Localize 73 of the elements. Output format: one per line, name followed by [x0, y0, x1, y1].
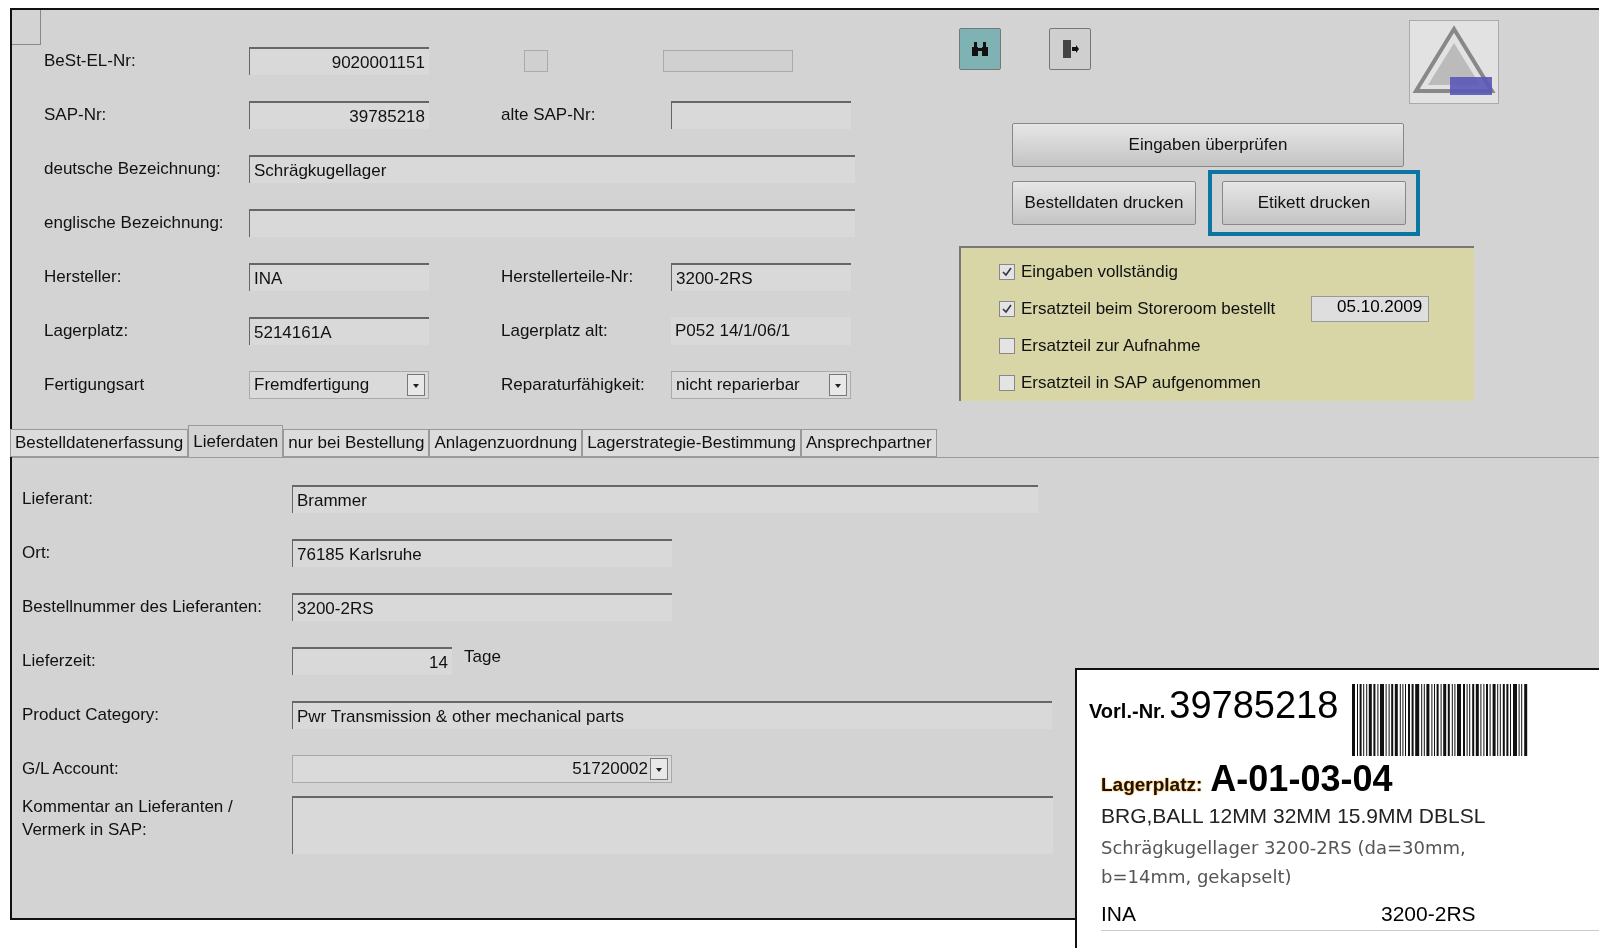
input-field[interactable]: Schrägkugellager [249, 155, 855, 183]
dropdown[interactable]: 51720002 [292, 755, 672, 783]
english-description: BRG,BALL 12MM 32MM 15.9MM DBLSL [1101, 804, 1487, 828]
field-label: SAP-Nr: [44, 105, 108, 125]
checkbox[interactable] [999, 374, 1015, 391]
print-button[interactable]: Etikett drucken [1222, 181, 1406, 225]
field-label: Reparaturfähigkeit: [501, 375, 646, 395]
input-field[interactable]: 3200-2RS [671, 263, 851, 291]
corner-box [12, 10, 41, 45]
input-field[interactable] [663, 50, 793, 72]
exit-button[interactable] [1049, 28, 1091, 70]
input-field[interactable]: 3200-2RS [292, 593, 672, 621]
field-label: Lieferant: [22, 487, 94, 510]
field-label: Lagerplatz: [44, 321, 130, 341]
tab[interactable]: Lieferdaten [188, 425, 284, 457]
location-label: Lagerplatz: [1101, 774, 1203, 796]
part-number: 3200-2RS [1381, 901, 1476, 927]
comment-field[interactable] [292, 796, 1053, 854]
field-label: Hersteller: [44, 267, 123, 287]
field-label: alte SAP-Nr: [501, 105, 597, 125]
checkbox[interactable] [999, 264, 1015, 281]
checkbox[interactable] [999, 337, 1015, 354]
input-field[interactable]: P052 14/1/06/1 [671, 317, 851, 345]
caret-icon [407, 374, 425, 396]
field-label: Bestellnummer des Lieferanten: [22, 595, 264, 618]
field-label: Ort: [22, 541, 52, 564]
field-label: Product Category: [22, 703, 160, 726]
input-field[interactable]: 14 [292, 647, 452, 675]
input-field[interactable]: 9020001151 [249, 47, 429, 75]
field-label: G/L Account: [22, 757, 120, 780]
binoculars-button[interactable] [959, 28, 1001, 70]
caret-icon [650, 758, 668, 780]
caret-icon [829, 374, 847, 396]
door-icon [1060, 38, 1080, 60]
input-field[interactable] [671, 101, 851, 129]
field-label: Fertigungsart [44, 375, 146, 395]
field-label: Kommentar an Lieferanten / Vermerk in SAP: [22, 796, 234, 841]
field-label: Herstellerteile-Nr: [501, 267, 635, 287]
tab[interactable]: nur bei Bestellung [283, 429, 430, 457]
checkbox-label: Ersatzteil in SAP aufgenommen [1021, 372, 1261, 393]
tab[interactable]: Bestelldatenerfassung [10, 429, 189, 457]
field-label: deutsche Bezeichnung: [44, 159, 222, 179]
logo-icon [1409, 20, 1499, 104]
checkbox[interactable] [999, 301, 1015, 318]
field-label: Lieferzeit: [22, 649, 97, 672]
number-value: 39785218 [1169, 684, 1339, 727]
dropdown[interactable]: nicht reparierbar [671, 371, 851, 399]
german-description: Schrägkugellager 3200-2RS (da=30mm, b=14mm, gekapselt) [1101, 836, 1467, 889]
input-field[interactable] [249, 209, 855, 237]
date-field[interactable]: 05.10.2009 [1311, 296, 1430, 323]
checkbox-label: Ersatzteil zur Aufnahme [1021, 335, 1201, 356]
input-field[interactable]: Pwr Transmission & other mechanical parts [292, 701, 1052, 729]
tab[interactable]: Ansprechpartner [800, 429, 937, 457]
unit-label: Tage [464, 647, 501, 667]
print-button[interactable]: Bestelldaten drucken [1012, 181, 1196, 225]
input-field[interactable]: 76185 Karlsruhe [292, 539, 672, 567]
input-field[interactable]: Brammer [292, 485, 1038, 513]
dropdown[interactable]: Fremdfertigung [249, 371, 429, 399]
input-field[interactable]: 39785218 [249, 101, 429, 129]
manufacturer: INA [1101, 901, 1137, 927]
check-button[interactable]: Eingaben überprüfen [1012, 123, 1404, 167]
field-label: BeSt-EL-Nr: [44, 51, 137, 71]
input-field[interactable]: 5214161A [249, 317, 429, 345]
binoculars-icon [970, 41, 990, 57]
field-label: englische Bezeichnung: [44, 213, 225, 233]
number-label: Vorl.-Nr. [1089, 700, 1166, 723]
tab[interactable]: Anlagenzuordnung [429, 429, 583, 457]
tab[interactable]: Lagerstrategie-Bestimmung [582, 429, 801, 457]
field-label: Lagerplatz alt: [501, 321, 609, 341]
input-field[interactable]: INA [249, 263, 429, 291]
checkbox-label: Eingaben vollständig [1021, 262, 1178, 283]
checkbox-label: Ersatzteil beim Storeroom bestellt [1021, 299, 1276, 320]
location-value: A-01-03-04 [1210, 758, 1393, 800]
